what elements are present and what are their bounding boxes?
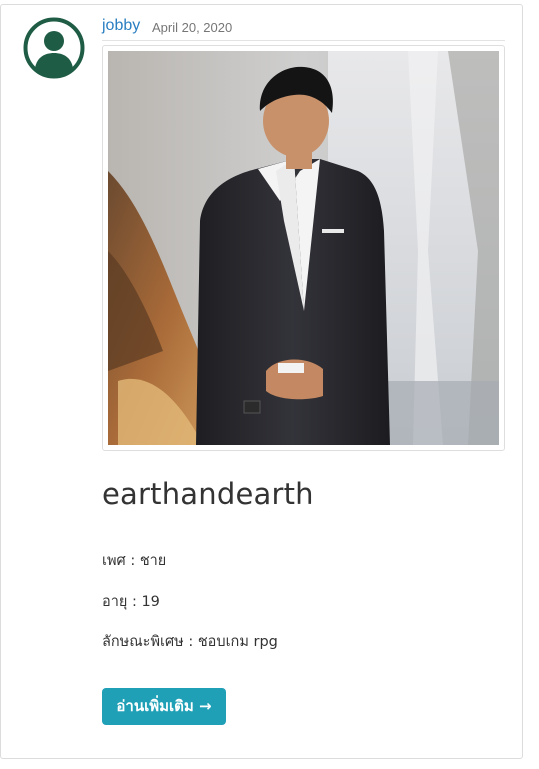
author-link[interactable]: jobby [102,17,140,35]
read-more-button[interactable]: อ่านเพิ่มเติม → [102,688,226,725]
user-avatar-icon[interactable] [23,17,85,79]
post-image-frame[interactable] [102,45,505,451]
special-trait-field: ลักษณะพิเศษ : ชอบเกม rpg [102,634,278,650]
age-field: อายุ : 19 [102,594,160,610]
post-meta: jobby April 20, 2020 [102,17,505,41]
post-title[interactable]: earthandearth [102,477,314,511]
post-card: jobby April 20, 2020 earthandearth เพศ:… [0,4,523,759]
post-image[interactable] [108,51,499,445]
post-date: April 20, 2020 [152,20,233,35]
gender-field: เพศ : ชาย [102,553,167,569]
